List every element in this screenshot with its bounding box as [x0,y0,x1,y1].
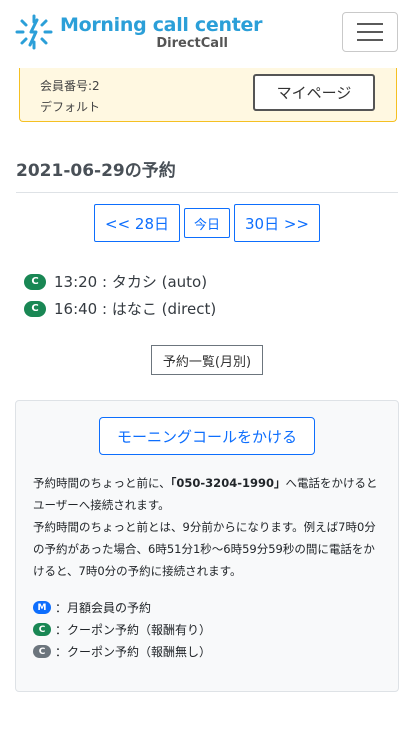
brand-logo[interactable]: Morning call center DirectCall [14,12,262,52]
member-plan: デフォルト [40,100,101,114]
legend-text: ：クーポン予約（報酬有り） [55,623,212,637]
coupon-badge: C [33,623,51,636]
prev-day-button[interactable]: << 28日 [94,204,180,242]
morning-call-button[interactable]: モーニングコールをかける [99,417,315,455]
coupon-unpaid-badge: C [33,645,51,658]
mypage-button[interactable]: マイページ [253,74,375,111]
title-divider [16,192,398,193]
list-item[interactable]: C 13:20 : タカシ (auto) [24,271,207,292]
list-item[interactable]: C 16:40 : はなこ (direct) [24,298,216,319]
page-title: 2021-06-29の予約 [16,161,176,181]
desc-pre: 予約時間のちょっと前に、 [33,476,171,490]
info-card: モーニングコールをかける 予約時間のちょっと前に、「050-3204-1990」… [15,400,399,692]
hamburger-icon [357,39,383,41]
hamburger-icon [357,23,383,25]
navbar: Morning call center DirectCall [0,0,414,64]
legend-item: C ：クーポン予約（報酬無し） [33,643,211,660]
member-number: 会員番号:2 [40,79,100,93]
legend-text: ：月額会員の予約 [55,601,152,615]
coupon-badge: C [24,300,46,317]
legend-item: C ：クーポン予約（報酬有り） [33,621,211,638]
phone-number: 「050-3204-1990」 [170,476,286,490]
brand-text: Morning call center DirectCall [60,14,263,51]
legend-item: M ：月額会員の予約 [33,599,151,616]
menu-toggle-button[interactable] [342,12,398,52]
description: 予約時間のちょっと前に、「050-3204-1990」へ電話をかけるとユーザーへ… [33,472,385,582]
today-button[interactable]: 今日 [184,208,230,238]
coupon-badge: C [24,273,46,290]
member-info-box: 会員番号:2 デフォルト マイページ [19,68,397,122]
hamburger-icon [357,31,383,33]
reservation-text: 16:40 : はなこ (direct) [54,300,217,318]
brand-subtitle: DirectCall [156,36,228,51]
sunrise-icon [15,14,53,50]
brand-title: Morning call center [60,14,263,36]
legend-text: ：クーポン予約（報酬無し） [55,645,212,659]
desc-detail: 予約時間のちょっと前とは、9分前からになります。例えば7時0分の予約があった場合… [33,520,376,578]
reservation-text: 13:20 : タカシ (auto) [54,273,208,291]
monthly-list-button[interactable]: 予約一覧(月別) [151,345,263,375]
next-day-button[interactable]: 30日 >> [234,204,320,242]
monthly-badge: M [33,601,51,614]
